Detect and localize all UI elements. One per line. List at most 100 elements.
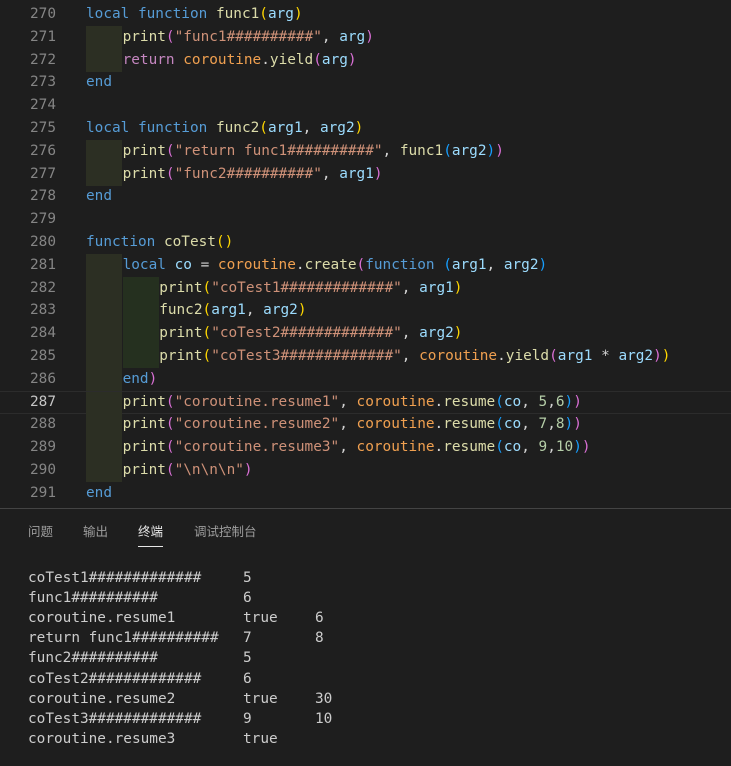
code-token: ) [243,462,253,478]
code-token: ( [549,348,558,364]
code-token: print [122,462,166,478]
terminal-line: coTest3############# 9 10 [28,709,728,729]
line-number: 287 [30,393,56,410]
panel-tab-bar: 问题 输出 终端 调试控制台 [0,509,731,555]
code-line[interactable]: 275 local function func2(arg1, arg2) [0,117,731,140]
code-text: end [86,185,112,208]
terminal-output[interactable]: coTest1############# 5 func1########## 6 cor… [0,555,731,766]
code-token: , [521,416,539,433]
indent-guide [86,345,122,368]
code-line[interactable]: 283 func2(arg1, arg2) [0,299,731,323]
code-token: "\n\n\n" [174,462,244,478]
code-token: ( [202,348,212,364]
code-text: local function func1(arg) [86,3,303,26]
code-token: , [321,165,340,182]
code-token: , [401,325,420,342]
terminal-cell: 7 [243,630,252,647]
line-number: 281 [30,256,56,273]
code-line[interactable]: 286 end) [0,367,731,391]
code-token: "coTest2#############" [211,325,402,342]
line-number: 275 [30,120,56,136]
tab-problems[interactable]: 问题 [28,523,53,547]
code-token: , [401,279,420,296]
code-token: ( [259,120,268,136]
terminal-cell: coroutine.resume2 [28,690,176,707]
code-token: "coroutine.resume3" [174,439,340,456]
indent-guide [86,253,122,277]
code-token: ( [165,439,175,456]
code-line[interactable]: 285 print("coTest3#############", corouti… [0,345,731,368]
code-token: create [304,256,357,273]
line-number: 289 [30,439,56,456]
line-number: 291 [30,484,56,501]
code-text: func2(arg1, arg2) [159,299,306,322]
code-line[interactable]: 289 print("coroutine.resume3", coroutine.… [0,436,731,460]
terminal-line: func1########## 6 [28,588,728,608]
code-token: , [401,348,420,364]
code-token: print [159,279,203,296]
code-line[interactable]: 273 end [0,71,731,94]
terminal-cell: true [243,690,278,707]
code-token: "coroutine.resume1" [174,393,340,410]
code-line[interactable]: 290 print("\n\n\n") [0,459,731,482]
indent-guide [122,299,159,323]
code-token: print [159,348,203,364]
code-line[interactable]: 291 end [0,482,731,505]
code-line[interactable]: 284 print("coTest2#############", arg2) [0,322,731,346]
code-line[interactable]: 272 return coroutine.yield(arg) [0,48,731,72]
code-token: 10 [555,439,574,456]
code-text: end) [123,368,158,391]
code-line[interactable]: 271 print("func1##########", arg) [0,25,731,49]
code-token: , [521,393,539,410]
code-line[interactable]: 279 [0,208,731,231]
code-token: co [503,439,522,456]
terminal-cell: 5 [243,570,252,586]
line-number: 288 [30,416,56,433]
terminal-cell: 5 [243,650,252,667]
code-line[interactable]: 278 end [0,185,731,208]
code-token: ) [297,302,307,319]
terminal-cell: return func1########## [28,630,219,647]
indent-guide [86,322,122,346]
tab-debug-console[interactable]: 调试控制台 [194,523,257,547]
code-line[interactable]: 270 local function func1(arg) [0,3,731,26]
code-text: function coTest() [86,231,233,254]
code-token: ) [293,6,303,22]
code-token: , [245,302,264,319]
code-line[interactable]: 277 print("func2##########", arg1) [0,162,731,186]
code-token: ) [564,416,574,433]
code-line[interactable]: 276 print("return func1##########", func1… [0,139,731,163]
code-line[interactable]: 282 print("coTest1#############", arg1) [0,276,731,300]
code-line[interactable]: 274 [0,94,731,117]
code-line[interactable]: 280 function coTest() [0,231,731,254]
code-text: print("func2##########", arg1) [123,163,383,186]
line-number: 283 [30,302,56,319]
tab-terminal[interactable]: 终端 [138,523,164,547]
terminal-cell: 6 [243,590,252,607]
terminal-cell: coTest1############# [28,570,202,586]
code-token: local [86,6,138,22]
code-token: arg1 [267,120,303,136]
line-number: 280 [30,234,56,250]
code-line[interactable]: 281 local co = coroutine.create(function … [0,253,731,277]
code-text: print("return func1##########", func1(ar… [123,140,504,163]
code-line[interactable]: 288 print("coroutine.resume2", coroutine.… [0,413,731,437]
indent-guide [86,162,122,186]
code-token: "return func1##########" [174,142,383,159]
terminal-line: coTest2############# 6 [28,669,728,689]
code-token: arg2 [419,325,454,342]
code-token: arg2 [263,302,298,319]
code-token: arg1 [451,256,487,273]
code-token: ( [443,142,452,159]
terminal-line: coTest1############# 5 [28,568,728,588]
code-token: "coroutine.resume2" [174,416,340,433]
code-text: print("coroutine.resume1", coroutine.res… [123,392,582,413]
code-line[interactable]: 287 print("coroutine.resume1", coroutine.… [0,390,731,415]
code-editor[interactable]: 270 local function func1(arg) 271 print("fu… [0,0,731,508]
code-token: ) [573,439,582,456]
code-token: arg2 [618,348,654,364]
code-token: arg1 [419,279,454,296]
tab-output[interactable]: 输出 [83,523,108,547]
terminal-cell: 6 [243,670,252,687]
code-token: , [302,120,320,136]
